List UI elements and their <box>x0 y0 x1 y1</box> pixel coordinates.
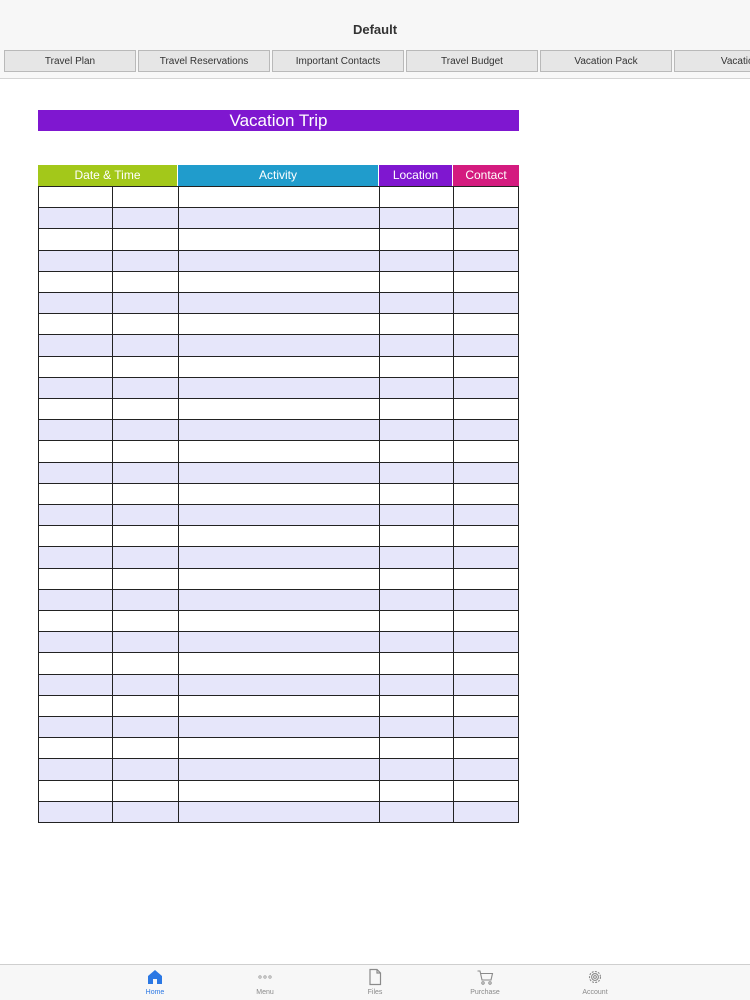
column-header-activity[interactable]: Activity <box>178 165 379 186</box>
table-row[interactable] <box>39 632 518 654</box>
table-row[interactable] <box>39 568 518 590</box>
tab-vacation[interactable]: Vacation <box>674 50 750 72</box>
tab-vacation-pack[interactable]: Vacation Pack <box>540 50 672 72</box>
column-divider <box>178 187 179 822</box>
tab-travel-reservations[interactable]: Travel Reservations <box>138 50 270 72</box>
table-row[interactable] <box>39 314 518 336</box>
table-row[interactable] <box>39 780 518 802</box>
table-row[interactable] <box>39 271 518 293</box>
bottom-tab-bar: Home Menu Files Purchase Account <box>0 964 750 1000</box>
table-row[interactable] <box>39 335 518 357</box>
table-row[interactable] <box>39 462 518 484</box>
tab-travel-budget[interactable]: Travel Budget <box>406 50 538 72</box>
tab-label: Travel Plan <box>44 56 96 67</box>
table-row[interactable] <box>39 695 518 717</box>
gear-icon <box>588 970 602 984</box>
column-header-location[interactable]: Location <box>379 165 453 186</box>
table-row[interactable] <box>39 653 518 675</box>
table-row[interactable] <box>39 674 518 696</box>
sheet-banner-title[interactable]: Vacation Trip <box>38 110 519 131</box>
tab-files[interactable]: Files <box>345 968 405 1000</box>
home-icon <box>148 970 162 984</box>
table-row[interactable] <box>39 441 518 463</box>
table-row[interactable] <box>39 356 518 378</box>
sheet-tab-strip[interactable]: Travel Plan Travel Reservations Importan… <box>4 50 750 74</box>
tab-purchase-label: Purchase <box>470 989 500 996</box>
tab-label: Vacation <box>720 56 750 67</box>
table-row[interactable] <box>39 187 518 209</box>
app-window: Default Travel Plan Travel Reservations … <box>0 0 750 1000</box>
table-row[interactable] <box>39 589 518 611</box>
column-divider <box>112 187 113 822</box>
tab-important-contacts[interactable]: Important Contacts <box>272 50 404 72</box>
tab-account[interactable]: Account <box>565 968 625 1000</box>
tab-account-label: Account <box>582 989 608 996</box>
table-row[interactable] <box>39 250 518 272</box>
column-divider <box>379 187 380 822</box>
column-divider <box>453 187 454 822</box>
spreadsheet-area[interactable]: Vacation Trip Date & Time Activity Locat… <box>0 79 750 964</box>
tab-menu-label: Menu <box>256 989 274 996</box>
table-row[interactable] <box>39 547 518 569</box>
top-bar: Default Travel Plan Travel Reservations … <box>0 0 750 79</box>
tab-purchase[interactable]: Purchase <box>455 968 515 1000</box>
more-dots-icon <box>258 975 272 979</box>
table-row[interactable] <box>39 738 518 760</box>
tab-home-label: Home <box>145 989 165 996</box>
table-row[interactable] <box>39 759 518 781</box>
document-icon <box>369 968 382 986</box>
tab-travel-plan[interactable]: Travel Plan <box>4 50 136 72</box>
table-row[interactable] <box>39 526 518 548</box>
table-header-row: Date & Time Activity Location Contact <box>38 165 519 186</box>
table-row[interactable] <box>39 801 518 823</box>
schedule-grid[interactable] <box>38 186 519 823</box>
tab-home[interactable]: Home <box>125 968 185 1000</box>
cart-icon <box>477 970 494 985</box>
table-row[interactable] <box>39 377 518 399</box>
tab-label: Important Contacts <box>295 56 381 67</box>
table-row[interactable] <box>39 229 518 251</box>
tab-label: Travel Reservations <box>159 56 249 67</box>
table-row[interactable] <box>39 483 518 505</box>
column-header-date-time[interactable]: Date & Time <box>38 165 178 186</box>
table-row[interactable] <box>39 420 518 442</box>
table-row[interactable] <box>39 611 518 633</box>
column-header-contact[interactable]: Contact <box>453 165 519 186</box>
tab-menu[interactable]: Menu <box>235 968 295 1000</box>
tab-label: Travel Budget <box>441 56 503 67</box>
table-row[interactable] <box>39 505 518 527</box>
tab-files-label: Files <box>367 989 383 996</box>
tab-label: Vacation Pack <box>574 56 638 67</box>
table-row[interactable] <box>39 399 518 421</box>
document-title: Default <box>352 22 398 37</box>
table-row[interactable] <box>39 208 518 230</box>
table-row[interactable] <box>39 717 518 739</box>
table-row[interactable] <box>39 293 518 315</box>
